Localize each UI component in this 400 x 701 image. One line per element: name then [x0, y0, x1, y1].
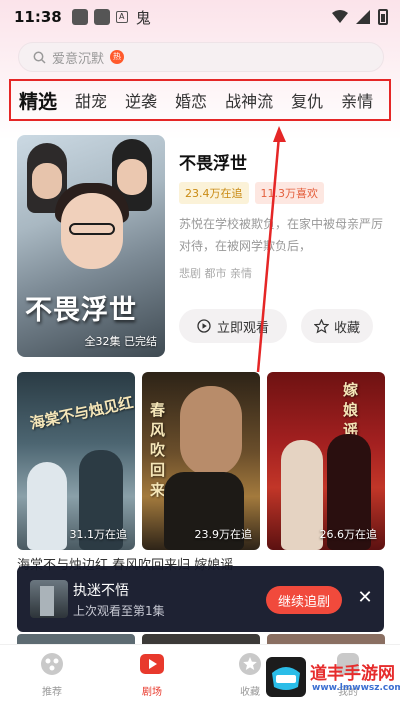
tab-revenge[interactable]: 复仇	[291, 88, 323, 112]
status-time: 11:38	[14, 8, 62, 26]
watch-now-button[interactable]: 立即观看	[179, 309, 287, 343]
watermark-brand: 道丰手游网	[310, 664, 395, 684]
notification-icon	[93, 9, 110, 25]
card-title-art: 嫁娘谣	[343, 381, 359, 439]
favorite-button[interactable]: 收藏	[301, 309, 373, 343]
drama-card[interactable]: 海棠不与烛见红 31.1万在追	[17, 372, 135, 550]
watermark-url: www.lmwwsz.com	[312, 683, 400, 693]
battery-icon	[378, 9, 388, 25]
show-tags: 悲剧 都市 亲情	[179, 267, 252, 280]
watch-now-label: 立即观看	[216, 320, 269, 336]
episode-count: 全32集 已完结	[84, 335, 158, 348]
card-watch-count: 31.1万在追	[69, 528, 128, 541]
tab-family[interactable]: 亲情	[341, 88, 373, 112]
drama-grid: 海棠不与烛见红 31.1万在追 春风吹回来 23.9万在追 嫁娘谣 26.6万在…	[17, 372, 385, 550]
star-icon	[313, 318, 329, 334]
site-watermark: 道丰手游网 www.lmwwsz.com	[266, 657, 400, 701]
close-icon[interactable]: ✕	[355, 588, 375, 608]
status-glyph: 鬼	[135, 8, 151, 27]
search-bar[interactable]: 爱意沉默 热	[18, 42, 384, 72]
featured-info: 不畏浮世 23.4万在追 11.3万喜欢 苏悦在学校被欺负，在家中被母亲严厉对待…	[179, 135, 385, 357]
continue-watching-bar[interactable]: 执迷不悟 上次观看至第1集 继续追剧 ✕	[17, 566, 384, 632]
tab-comeback[interactable]: 逆袭	[125, 88, 157, 112]
continue-watching-button[interactable]: 继续追剧	[266, 586, 342, 614]
status-bar: 11:38 A 鬼	[0, 0, 400, 34]
show-description: 苏悦在学校被欺负，在家中被母亲严厉对待，在被网学欺负后，	[179, 217, 384, 253]
continue-title: 执迷不悟	[73, 583, 129, 599]
nav-theater[interactable]: 剧场	[122, 651, 182, 698]
hot-badge-icon: 热	[110, 50, 125, 64]
continue-progress: 上次观看至第1集	[73, 604, 165, 618]
notification-icon	[71, 9, 88, 25]
a-badge-icon: A	[115, 11, 128, 23]
nav-recommend-label: 推荐	[42, 687, 62, 698]
card-title-art: 海棠不与烛见红	[28, 393, 135, 433]
nav-theater-label: 剧场	[142, 687, 162, 698]
recommend-icon	[41, 653, 63, 675]
star-icon	[239, 653, 261, 675]
likes-badge: 11.3万喜欢	[254, 182, 324, 204]
theater-icon	[140, 654, 164, 674]
card-watch-count: 23.9万在追	[194, 528, 253, 541]
wifi-icon	[332, 10, 348, 23]
tab-war-god[interactable]: 战神流	[225, 88, 273, 112]
tab-sweet[interactable]: 甜宠	[75, 88, 107, 112]
poster-title-art: 不畏浮世	[25, 295, 137, 326]
tab-marriage[interactable]: 婚恋	[175, 88, 207, 112]
search-icon	[33, 51, 46, 64]
watching-badge: 23.4万在追	[179, 182, 249, 204]
tab-featured[interactable]: 精选	[19, 87, 57, 114]
show-title[interactable]: 不畏浮世	[179, 149, 247, 174]
featured-show: 不畏浮世 全32集 已完结 不畏浮世 23.4万在追 11.3万喜欢 苏悦在学校…	[17, 135, 385, 357]
watermark-logo	[266, 657, 306, 697]
continue-thumbnail	[30, 580, 68, 618]
favorite-label: 收藏	[333, 320, 360, 336]
search-placeholder: 爱意沉默	[52, 51, 105, 67]
featured-poster[interactable]: 不畏浮世 全32集 已完结	[17, 135, 165, 357]
category-tabs: 精选 甜宠 逆袭 婚恋 战神流 复仇 亲情	[9, 79, 391, 121]
play-icon	[197, 319, 211, 333]
drama-card[interactable]: 春风吹回来 23.9万在追	[142, 372, 260, 550]
nav-recommend[interactable]: 推荐	[22, 651, 82, 698]
signal-icon	[356, 10, 370, 24]
drama-card[interactable]: 嫁娘谣 26.6万在追	[267, 372, 385, 550]
card-watch-count: 26.6万在追	[319, 528, 378, 541]
